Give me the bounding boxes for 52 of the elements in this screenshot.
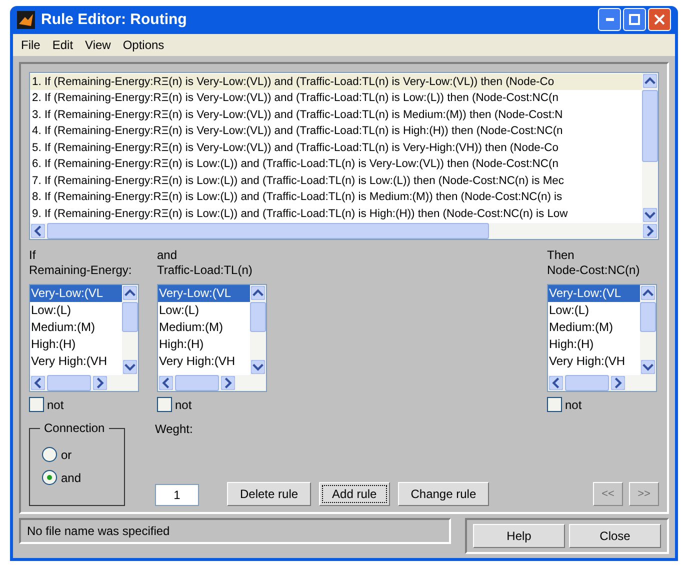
checkbox-label: not (175, 398, 192, 412)
group-title: Connection (40, 421, 109, 435)
radio-label: or (61, 448, 72, 462)
rule-item[interactable]: 8. If (Remaining-Energy:RΞ(n) is Low:(L)) and (Traffic-Load:TL(n) is Medium:(M)) then (Node-Cost:NC(n) is (30, 189, 642, 206)
list-box[interactable]: Very-Low:(VL Low:(L) Medium:(M) High:(H) Very High:(VH (29, 284, 139, 392)
list-item[interactable]: Very High:(VH (548, 353, 640, 370)
list-item[interactable]: Very-Low:(VL (158, 285, 250, 302)
menu-item[interactable]: View (81, 38, 115, 52)
window-title: Rule Editor: Routing (41, 11, 188, 28)
rule-button[interactable]: Add rule (319, 482, 390, 506)
list-item[interactable]: High:(H) (30, 336, 122, 353)
rule-item[interactable]: 4. If (Remaining-Energy:RΞ(n) is Very-Low:(VL)) and (Traffic-Load:TL(n) is High:(H)) then (Node-Cost:NC(n (30, 123, 642, 140)
rule-button[interactable]: Change rule (398, 482, 490, 506)
weight-label: Weght: (155, 422, 194, 436)
radio-label: and (61, 470, 82, 484)
list-item[interactable]: Very-Low:(VL (30, 285, 122, 302)
list-item[interactable]: High:(H) (158, 336, 250, 353)
list-item[interactable]: Low:(L) (548, 302, 640, 319)
status-text: No file name was specified (19, 518, 451, 544)
list-item[interactable]: Medium:(M) (30, 319, 122, 336)
connective-label: Then (547, 248, 576, 263)
list-item[interactable]: Low:(L) (158, 302, 250, 319)
variable-label: Node-Cost:NC(n) (547, 263, 641, 278)
footer-button[interactable]: Help (473, 524, 565, 548)
rule-item[interactable]: 7. If (Remaining-Energy:RΞ(n) is Low:(L)) and (Traffic-Load:TL(n) is Low:(L)) then (Node-Cost:NC(n) is Mec (30, 172, 642, 189)
rule-item[interactable]: 9. If (Remaining-Energy:RΞ(n) is Low:(L)) and (Traffic-Load:TL(n) is High:(H)) then (Node-Cost:NC(n) is Low (30, 206, 642, 222)
variable-label: Traffic-Load:TL(n) (157, 263, 254, 278)
footer-button[interactable]: Close (569, 524, 661, 548)
list-item[interactable]: Very-Low:(VL (548, 285, 640, 302)
connective-label: and (157, 248, 178, 263)
checkbox-label: not (47, 398, 64, 412)
connective-label: If (29, 248, 37, 263)
rule-item[interactable]: 5. If (Remaining-Energy:RΞ(n) is Very-Low:(VL)) and (Traffic-Load:TL(n) is Very-High:(VH)) then (Node-Co (30, 140, 642, 156)
list-box[interactable]: Very-Low:(VL Low:(L) Medium:(M) High:(H) Very High:(VH (547, 284, 657, 392)
list-item[interactable]: Very High:(VH (158, 353, 250, 370)
list-item[interactable]: Medium:(M) (548, 319, 640, 336)
list-item[interactable]: High:(H) (548, 336, 640, 353)
menu-item[interactable]: Options (118, 38, 168, 52)
list-item[interactable]: Very High:(VH (30, 353, 122, 370)
rule-button[interactable]: Delete rule (227, 482, 312, 506)
rule-item[interactable]: 1. If (Remaining-Energy:RΞ(n) is Very-Low:(VL)) and (Traffic-Load:TL(n) is Very-Low:(VL)) then (Node-Co (30, 74, 642, 90)
rule-item[interactable]: 3. If (Remaining-Energy:RΞ(n) is Very-Low:(VL)) and (Traffic-Load:TL(n) is Medium:(M)) then (Node-Cost:N (30, 106, 642, 123)
rule-item[interactable]: 6. If (Remaining-Energy:RΞ(n) is Low:(L)) and (Traffic-Load:TL(n) is Very-Low:(VL)) then (Node-Cost:NC(n (30, 156, 642, 172)
list-item[interactable]: Low:(L) (30, 302, 122, 319)
menu-item[interactable]: File (17, 38, 44, 52)
weight-field[interactable]: 1 (155, 484, 199, 506)
variable-label: Remaining-Energy: (29, 263, 133, 278)
list-item[interactable]: Medium:(M) (158, 319, 250, 336)
menu-item[interactable]: Edit (48, 38, 78, 52)
list-box[interactable]: Very-Low:(VL Low:(L) Medium:(M) High:(H) Very High:(VH (157, 284, 267, 392)
rule-item[interactable]: 2. If (Remaining-Energy:RΞ(n) is Very-Low:(VL)) and (Traffic-Load:TL(n) is Low:(L)) then (Node-Cost:NC(n (30, 90, 642, 106)
checkbox-label: not (565, 398, 582, 412)
